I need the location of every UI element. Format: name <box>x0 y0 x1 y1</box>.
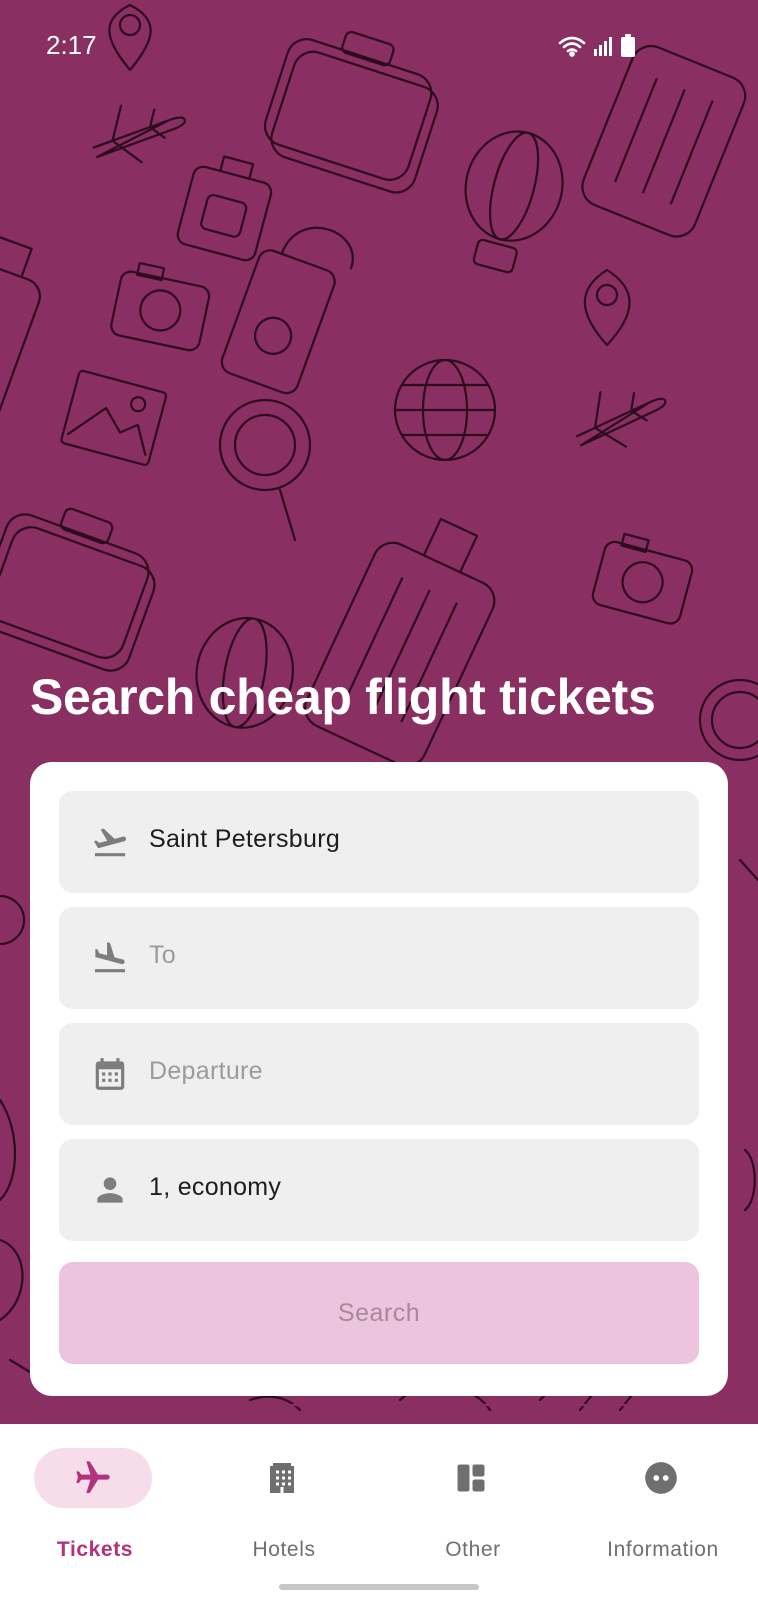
map-pin-doodle-2 <box>583 268 631 347</box>
airplane-doodle-2 <box>575 391 667 448</box>
signal-icon <box>594 37 612 56</box>
person-icon <box>97 1177 123 1203</box>
nav-label-information: Information <box>607 1538 719 1561</box>
nav-pill-information <box>602 1448 720 1508</box>
status-time: 2:17 <box>46 30 97 60</box>
wifi-icon <box>558 36 586 57</box>
luggage-doodle-2 <box>304 517 496 767</box>
nav-label-tickets: Tickets <box>56 1538 134 1561</box>
status-bar: 2:17 <box>0 0 758 96</box>
globe-doodle <box>393 358 497 462</box>
to-placeholder: To <box>149 941 177 969</box>
info-face-icon <box>645 1462 677 1494</box>
magnifier-doodle <box>218 398 312 542</box>
flight-land-icon <box>94 942 126 973</box>
from-field[interactable]: Saint Petersburg <box>59 791 699 893</box>
hero-background: 2:17 Search cheap flight tickets Saint P… <box>0 0 758 1424</box>
departure-field[interactable]: Departure <box>59 1023 699 1125</box>
nav-item-tickets[interactable]: Tickets <box>0 1448 190 1568</box>
airplane-doodle <box>92 104 186 164</box>
calendar-icon <box>95 1058 125 1090</box>
nav-item-information[interactable]: Information <box>568 1448 758 1568</box>
hot-air-balloon-doodle <box>464 130 564 274</box>
passengers-value: 1, economy <box>149 1173 282 1201</box>
airplane-icon <box>76 1461 110 1493</box>
home-indicator[interactable] <box>279 1584 479 1590</box>
picture-doodle <box>60 369 168 466</box>
hotel-building-icon <box>270 1463 294 1493</box>
departure-placeholder: Departure <box>149 1057 263 1085</box>
suitcase-doodle-2 <box>0 507 156 672</box>
nav-pill-tickets <box>34 1448 152 1508</box>
dashboard-icon <box>457 1464 485 1492</box>
camera-doodle <box>110 262 211 352</box>
status-icons <box>558 34 636 58</box>
nav-label-other: Other <box>445 1538 501 1561</box>
bottom-navigation: Tickets Hotels Other Information <box>0 1424 758 1600</box>
ring-doodle <box>698 678 758 762</box>
nav-label-hotels: Hotels <box>252 1538 316 1561</box>
page-title: Search cheap flight tickets <box>30 669 656 725</box>
door-tag-doodle <box>220 226 354 395</box>
battery-icon <box>621 34 635 57</box>
nav-item-other[interactable]: Other <box>378 1448 568 1568</box>
search-button[interactable]: Search <box>59 1262 699 1364</box>
passengers-field[interactable]: 1, economy <box>59 1139 699 1241</box>
flight-takeoff-icon <box>93 828 127 857</box>
nav-item-hotels[interactable]: Hotels <box>189 1448 379 1568</box>
camera-doodle-2 <box>591 532 694 625</box>
to-field[interactable]: To <box>59 907 699 1009</box>
backpack-doodle <box>176 155 273 262</box>
from-value: Saint Petersburg <box>149 825 341 853</box>
luggage-doodle-3 <box>0 235 41 442</box>
nav-pill-hotels <box>223 1448 341 1508</box>
search-form-card: Saint Petersburg To Departure 1, economy… <box>30 762 728 1396</box>
nav-pill-other <box>412 1448 530 1508</box>
